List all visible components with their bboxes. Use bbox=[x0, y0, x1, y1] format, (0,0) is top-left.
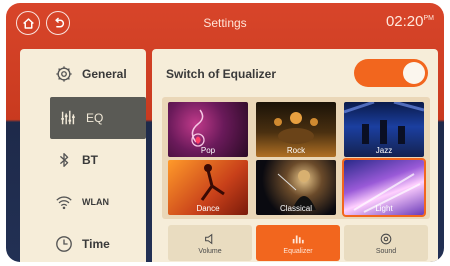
tab-equalizer[interactable]: Equalizer bbox=[256, 225, 340, 261]
sidebar-item-eq[interactable]: EQ bbox=[50, 97, 146, 139]
bluetooth-icon bbox=[54, 150, 74, 170]
settings-sidebar: General EQ BT WLAN Time bbox=[20, 49, 146, 262]
equalizer-panel: Switch of Equalizer Pop Rock Jazz Dance … bbox=[152, 49, 438, 262]
preset-classical[interactable]: Classical bbox=[256, 160, 336, 215]
preset-label: Pop bbox=[200, 146, 216, 155]
head-unit-screen: Settings 02:20PM General EQ BT WLAN Time… bbox=[6, 3, 444, 262]
sidebar-item-label: Time bbox=[82, 237, 110, 251]
preset-rock[interactable]: Rock bbox=[256, 102, 336, 157]
tab-label: Volume bbox=[198, 247, 222, 255]
tab-volume[interactable]: Volume bbox=[168, 225, 252, 261]
tab-sound[interactable]: Sound bbox=[344, 225, 428, 261]
sidebar-item-label: General bbox=[82, 67, 127, 81]
sidebar-item-time[interactable]: Time bbox=[20, 223, 146, 262]
clock: 02:20PM bbox=[385, 13, 434, 30]
sound-icon bbox=[380, 233, 392, 244]
equalizer-switch-label: Switch of Equalizer bbox=[166, 67, 277, 81]
equalizer-toggle[interactable] bbox=[354, 59, 428, 87]
preset-label: Classical bbox=[279, 204, 312, 213]
sidebar-item-wlan[interactable]: WLAN bbox=[20, 181, 146, 223]
wifi-icon bbox=[54, 192, 74, 212]
speaker-icon bbox=[205, 233, 213, 244]
sidebar-item-general[interactable]: General bbox=[20, 53, 146, 95]
sidebar-item-label: WLAN bbox=[82, 197, 109, 207]
preset-label: Light bbox=[375, 204, 393, 213]
top-bar: Settings 02:20PM bbox=[6, 3, 444, 43]
equalizer-icon bbox=[292, 235, 304, 243]
sidebar-item-label: BT bbox=[82, 153, 98, 167]
preset-light[interactable]: Light bbox=[342, 158, 426, 217]
preset-jazz[interactable]: Jazz bbox=[344, 102, 424, 157]
tab-label: Sound bbox=[375, 247, 397, 255]
page-title: Settings bbox=[203, 16, 247, 30]
toggle-knob bbox=[403, 62, 425, 84]
preset-dance[interactable]: Dance bbox=[168, 160, 248, 215]
preset-pop[interactable]: Pop bbox=[168, 102, 248, 157]
preset-label: Jazz bbox=[375, 146, 393, 155]
tab-label: Equalizer bbox=[283, 247, 313, 255]
preset-label: Dance bbox=[196, 204, 220, 213]
preset-label: Rock bbox=[286, 146, 306, 155]
gear-icon bbox=[54, 64, 74, 84]
sidebar-item-label: EQ bbox=[86, 111, 104, 125]
clock-icon bbox=[54, 234, 74, 254]
eq-preset-grid: Pop Rock Jazz Dance Classical Light bbox=[162, 97, 430, 219]
sidebar-item-bt[interactable]: BT bbox=[20, 139, 146, 181]
equalizer-icon bbox=[58, 108, 78, 128]
